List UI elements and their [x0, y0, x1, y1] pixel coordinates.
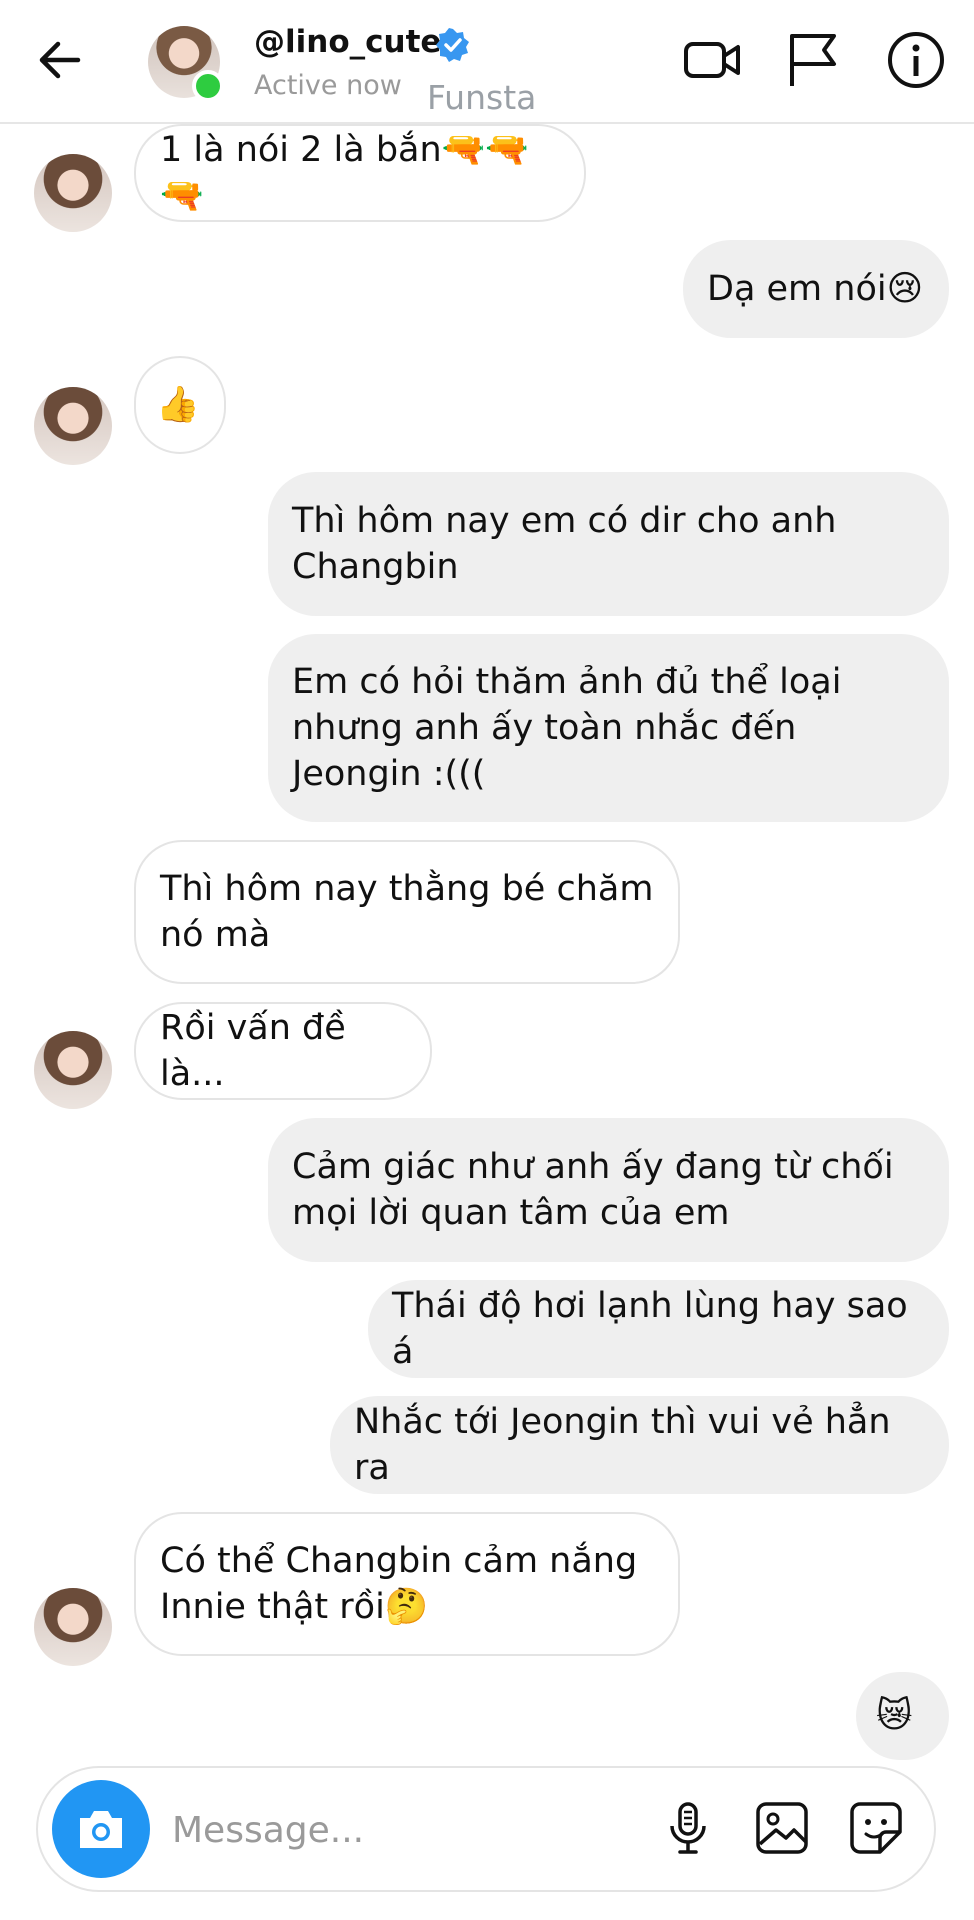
message-bubble-outgoing[interactable]: Thái độ hơi lạnh lùng hay sao á	[368, 1280, 949, 1378]
camera-icon	[80, 1811, 122, 1848]
message-bubble-incoming[interactable]: 1 là nói 2 là bắn🔫🔫🔫	[134, 124, 586, 222]
sender-avatar	[34, 387, 112, 465]
online-indicator	[192, 70, 224, 102]
message-bubble-outgoing[interactable]: Thì hôm nay em có dir cho anh Changbin	[268, 472, 949, 616]
verified-badge-icon	[436, 28, 469, 62]
sticker-icon	[850, 1802, 902, 1854]
message-bubble-outgoing[interactable]: 😿	[856, 1672, 949, 1760]
chat-header: @lino_cute Active now Funsta	[0, 0, 974, 124]
sender-avatar	[34, 1588, 112, 1666]
message-bubble-outgoing[interactable]: Em có hỏi thăm ảnh đủ thể loại nhưng anh…	[268, 634, 949, 822]
sticker-button[interactable]	[846, 1798, 906, 1858]
message-composer	[36, 1766, 936, 1892]
image-icon	[756, 1802, 808, 1854]
gallery-button[interactable]	[752, 1798, 812, 1858]
message-bubble-outgoing[interactable]: Nhắc tới Jeongin thì vui vẻ hẳn ra	[330, 1396, 949, 1494]
username[interactable]: @lino_cute	[254, 24, 441, 60]
message-bubble-outgoing[interactable]: Dạ em nói😢	[683, 240, 949, 338]
message-bubble-incoming[interactable]: Rồi vấn đề là...	[134, 1002, 432, 1100]
funsta-label: Funsta	[427, 78, 537, 117]
flag-icon	[790, 34, 836, 86]
sender-avatar	[34, 154, 112, 232]
video-call-button[interactable]	[680, 28, 744, 92]
info-icon	[888, 32, 944, 88]
report-button[interactable]	[782, 28, 846, 92]
info-button[interactable]	[884, 28, 948, 92]
message-bubble-outgoing[interactable]: Cảm giác như anh ấy đang từ chối mọi lời…	[268, 1118, 949, 1262]
message-bubble-incoming[interactable]: 👍	[134, 356, 226, 454]
arrow-left-icon	[39, 41, 81, 79]
profile-avatar[interactable]	[148, 26, 224, 102]
sender-avatar	[34, 1031, 112, 1109]
microphone-icon	[670, 1802, 706, 1854]
message-bubble-incoming[interactable]: Thì hôm nay thằng bé chăm nó mà	[134, 840, 680, 984]
active-status: Active now	[254, 70, 402, 101]
back-button[interactable]	[34, 34, 86, 86]
voice-message-button[interactable]	[658, 1798, 718, 1858]
camera-button[interactable]	[52, 1780, 150, 1878]
message-bubble-incoming[interactable]: Có thể Changbin cảm nắng Innie thật rồi🤔	[134, 1512, 680, 1656]
message-input[interactable]	[170, 1798, 654, 1862]
video-camera-icon	[684, 42, 740, 78]
